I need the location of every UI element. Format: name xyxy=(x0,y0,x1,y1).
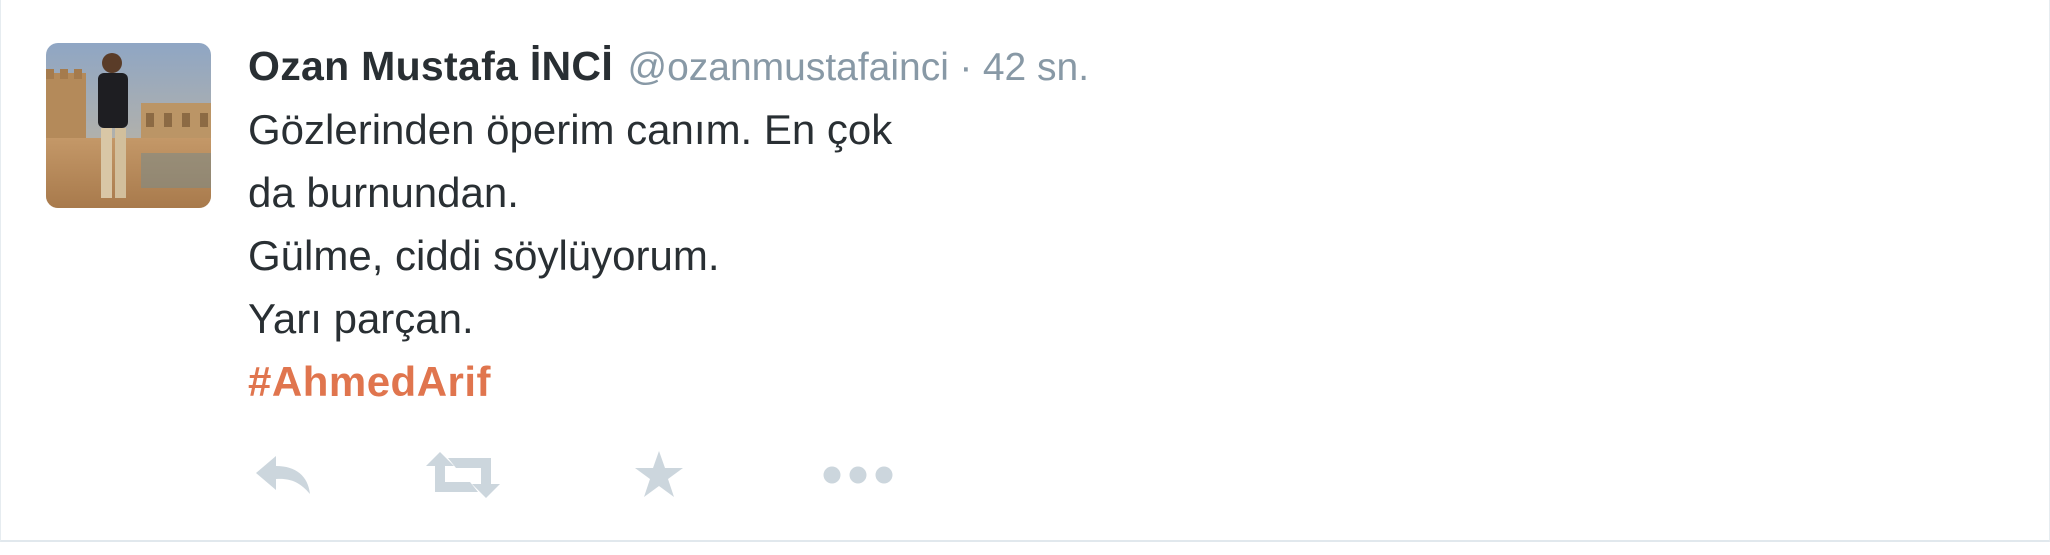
retweet-icon xyxy=(426,452,500,498)
tweet-header: Ozan Mustafa İNCİ @ozanmustafainci · 42 … xyxy=(248,36,1089,96)
user-fullname[interactable]: Ozan Mustafa İNCİ xyxy=(248,43,613,89)
avatar[interactable] xyxy=(46,43,211,208)
avatar-photo xyxy=(46,43,211,208)
tweet-text-line: Gülme, ciddi söylüyorum. xyxy=(248,232,720,279)
more-dots-icon xyxy=(823,466,893,484)
tweet-timestamp[interactable]: 42 sn. xyxy=(983,46,1089,89)
hashtag-link[interactable]: #AhmedArif xyxy=(248,358,491,405)
reply-icon xyxy=(256,456,310,494)
tweet-text-line: da burnundan. xyxy=(248,169,519,216)
header-separator: · xyxy=(959,46,973,89)
favorite-button[interactable] xyxy=(628,440,690,510)
tweet-text-line: Gözlerinden öperim canım. En çok xyxy=(248,106,893,153)
retweet-button[interactable] xyxy=(423,440,503,510)
star-icon xyxy=(635,451,683,497)
reply-button[interactable] xyxy=(248,440,318,510)
more-button[interactable] xyxy=(818,440,898,510)
tweet-text-line: Yarı parçan. xyxy=(248,295,474,342)
tweet-text: Gözlerinden öperim canım. En çok da burn… xyxy=(248,98,892,413)
tweet-card[interactable]: Ozan Mustafa İNCİ @ozanmustafainci · 42 … xyxy=(0,0,2050,542)
user-handle[interactable]: @ozanmustafainci xyxy=(627,46,948,89)
